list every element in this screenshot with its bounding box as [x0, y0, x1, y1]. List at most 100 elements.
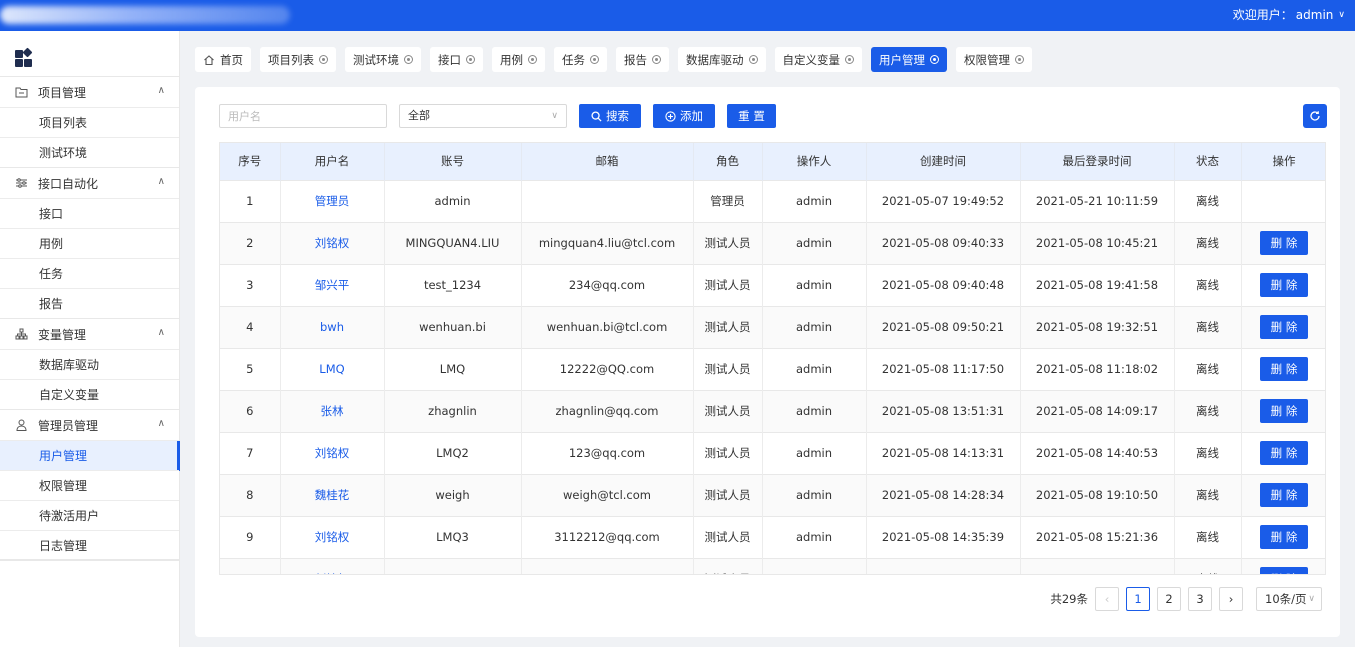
tab[interactable]: 任务 — [554, 47, 607, 72]
actions-cell: 删 除 — [1241, 221, 1325, 264]
tab[interactable]: 自定义变量 — [774, 47, 862, 72]
tab[interactable]: 测试环境 — [345, 47, 421, 72]
sidebar-item[interactable]: 任务 — [0, 258, 179, 288]
table-cell: 2021-05-08 14:13:31 — [866, 431, 1021, 474]
table-row: 6 张林 zhagnlin zhagnlin@qq.com 测试人员 admin 2021-… — [220, 389, 1325, 432]
tab[interactable]: 报告 — [616, 47, 669, 72]
tab[interactable]: 首页 — [195, 47, 251, 72]
status-select[interactable]: 全部 ∨ — [399, 104, 567, 128]
sidebar-item[interactable]: 测试环境 — [0, 137, 179, 167]
username-link[interactable]: 刘铭权 — [280, 557, 385, 574]
delete-button[interactable]: 删 除 — [1260, 231, 1308, 255]
sidebar-item[interactable]: 报告 — [0, 288, 179, 318]
table-cell: 7737377@... — [521, 557, 694, 574]
delete-button[interactable]: 删 除 — [1260, 441, 1308, 465]
username-link[interactable]: 魏桂花 — [280, 473, 385, 516]
close-tab-icon[interactable] — [466, 55, 475, 64]
close-tab-icon[interactable] — [930, 55, 939, 64]
table-cell: 管理员 — [693, 179, 763, 222]
sidebar-item[interactable]: 待激活用户 — [0, 500, 179, 530]
user-table-container[interactable]: 序号 用户名 账号 邮箱 角色 操作人 创建时间 最后登录时间 状态 操作 1 管理员 admin 管理… — [219, 142, 1326, 575]
delete-button[interactable]: 删 除 — [1260, 315, 1308, 339]
page-number-button[interactable]: 3 — [1188, 587, 1212, 611]
username-search-input[interactable] — [219, 104, 387, 128]
close-tab-icon[interactable] — [319, 55, 328, 64]
user-icon — [14, 418, 28, 432]
home-icon — [204, 54, 214, 65]
delete-button[interactable]: 删 除 — [1260, 399, 1308, 423]
tab[interactable]: 项目列表 — [260, 47, 336, 72]
sidebar-item[interactable]: 自定义变量 — [0, 379, 179, 409]
table-cell: 测试人员 — [693, 473, 763, 516]
tab[interactable]: 用户管理 — [871, 47, 947, 72]
logo-square-icon — [24, 59, 32, 67]
username-link[interactable]: LMQ — [280, 347, 385, 390]
add-button-label: 添加 — [680, 109, 703, 123]
sidebar-group-header[interactable]: 接口自动化 ∧ — [0, 168, 179, 198]
sidebar-item[interactable]: 日志管理 — [0, 530, 179, 560]
username-link[interactable]: bwh — [280, 305, 385, 348]
sidebar-item[interactable]: 权限管理 — [0, 470, 179, 500]
close-tab-icon[interactable] — [748, 55, 758, 64]
sidebar-group-label: 管理员管理 — [38, 418, 99, 433]
tab-label: 用户管理 — [879, 52, 925, 67]
close-tab-icon[interactable] — [845, 55, 854, 64]
table-cell: 2 — [220, 221, 281, 264]
table-cell: admin — [762, 305, 867, 348]
username-link[interactable]: 刘铭权 — [280, 431, 385, 474]
column-header: 最后登录时间 — [1020, 143, 1175, 180]
app-logo[interactable] — [0, 31, 179, 77]
table-cell: LMQ — [384, 347, 522, 390]
username-link[interactable]: 刘铭权 — [280, 515, 385, 558]
sidebar-item[interactable]: 用户管理 — [0, 440, 180, 471]
sidebar-item[interactable]: 数据库驱动 — [0, 349, 179, 379]
close-tab-icon[interactable] — [404, 55, 413, 64]
user-menu[interactable]: 欢迎用户： admin ∨ — [1233, 0, 1345, 31]
search-icon — [591, 110, 602, 122]
sidebar-item[interactable]: 用例 — [0, 228, 179, 258]
table-cell: 2021-05-08 16:06:05 — [1020, 557, 1175, 574]
tab[interactable]: 数据库驱动 — [678, 47, 766, 72]
column-header: 操作人 — [762, 143, 867, 180]
tab[interactable]: 用例 — [492, 47, 545, 72]
page-number-button[interactable]: 2 — [1157, 587, 1181, 611]
refresh-button[interactable] — [1303, 104, 1327, 128]
table-row: 8 魏桂花 weigh weigh@tcl.com 测试人员 admin 2021-05-0… — [220, 473, 1325, 516]
table-cell: zhagnlin@qq.com — [521, 389, 694, 432]
sidebar-group-header[interactable]: 项目管理 ∧ — [0, 77, 179, 107]
delete-button[interactable]: 删 除 — [1260, 357, 1308, 381]
tab[interactable]: 接口 — [430, 47, 483, 72]
username-link[interactable]: 张林 — [280, 389, 385, 432]
close-tab-icon[interactable] — [590, 55, 599, 64]
sidebar-item[interactable]: 接口 — [0, 198, 179, 228]
username-link[interactable]: 刘铭权 — [280, 221, 385, 264]
sidebar-item[interactable]: 项目列表 — [0, 107, 179, 137]
reset-button-label: 重 置 — [738, 109, 765, 123]
main-panel: 全部 ∨ 搜索 添加 重 置 序号用户名账号邮箱角色操作人创建时间最后登录时间状… — [195, 87, 1340, 637]
table-cell: 234@qq.com — [521, 263, 694, 306]
username-link[interactable]: 管理员 — [280, 179, 385, 222]
delete-button[interactable]: 删 除 — [1260, 483, 1308, 507]
close-tab-icon[interactable] — [1015, 55, 1024, 64]
table-cell: 2021-05-08 14:49:16 — [866, 557, 1021, 574]
table-cell: 2021-05-08 14:40:53 — [1020, 431, 1175, 474]
add-button[interactable]: 添加 — [653, 104, 715, 128]
close-tab-icon[interactable] — [528, 55, 537, 64]
table-cell: 测试人员 — [693, 347, 763, 390]
next-page-button[interactable]: › — [1219, 587, 1243, 611]
reset-button[interactable]: 重 置 — [727, 104, 776, 128]
tab[interactable]: 权限管理 — [956, 47, 1032, 72]
delete-button[interactable]: 删 除 — [1260, 273, 1308, 297]
username-link[interactable]: 邹兴平 — [280, 263, 385, 306]
close-tab-icon[interactable] — [652, 55, 661, 64]
delete-button[interactable]: 删 除 — [1260, 567, 1308, 574]
search-button[interactable]: 搜索 — [579, 104, 641, 128]
tab-label: 首页 — [220, 52, 243, 67]
table-cell: 离线 — [1174, 305, 1242, 348]
page-size-select[interactable]: 10条/页 ∨ — [1256, 587, 1322, 611]
page-number-button[interactable]: 1 — [1126, 587, 1150, 611]
sidebar-group-header[interactable]: 管理员管理 ∧ — [0, 410, 179, 440]
prev-page-button[interactable]: ‹ — [1095, 587, 1119, 611]
sidebar-group-header[interactable]: 变量管理 ∧ — [0, 319, 179, 349]
delete-button[interactable]: 删 除 — [1260, 525, 1308, 549]
